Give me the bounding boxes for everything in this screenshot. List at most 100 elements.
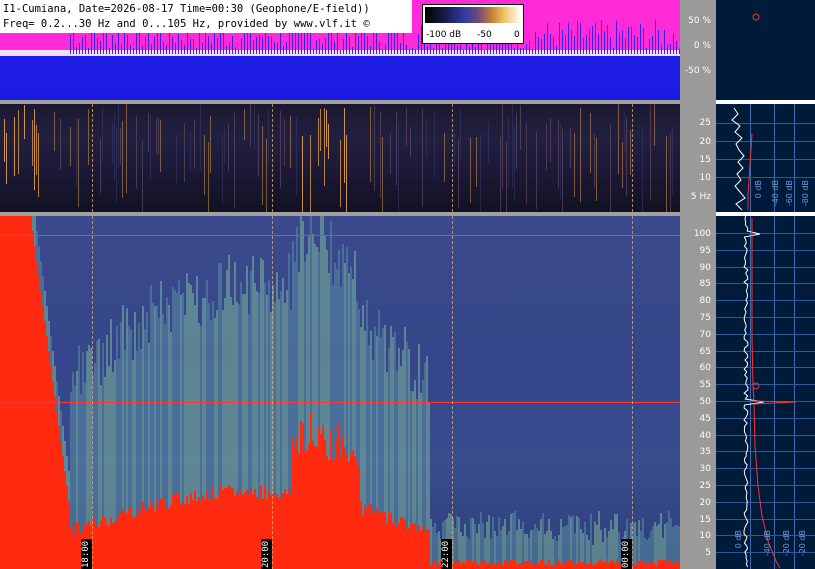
- mid-streak: [382, 137, 383, 212]
- amplitude-spike: [598, 33, 599, 54]
- main-axis-label: 100: [693, 229, 711, 239]
- mid-streak: [296, 117, 297, 197]
- amplitude-spike: [229, 43, 230, 54]
- amplitude-spike: [259, 35, 260, 54]
- amplitude-spike: [235, 47, 236, 54]
- mid-streak: [88, 109, 89, 166]
- mid-streak: [458, 138, 459, 208]
- amplitude-spike: [664, 29, 665, 54]
- amplitude-spike: [520, 47, 521, 54]
- main-axis-label: 10: [699, 531, 711, 542]
- amplitude-spike: [121, 45, 122, 54]
- amplitude-spike: [568, 22, 569, 54]
- amplitude-spike: [529, 40, 530, 54]
- amplitude-spike: [82, 36, 83, 54]
- mid-streak: [262, 126, 263, 206]
- main-axis-label: 15: [699, 514, 711, 525]
- mid-streak: [6, 133, 7, 185]
- amplitude-spike: [409, 48, 410, 54]
- mid-streak: [480, 135, 481, 212]
- amplitude-spike: [352, 47, 353, 54]
- main-axis-label: 35: [699, 447, 711, 458]
- amplitude-spike: [649, 38, 650, 54]
- amplitude-spike: [604, 30, 605, 54]
- amplitude-spike: [307, 30, 308, 54]
- main-axis-label: 65: [699, 346, 711, 357]
- mid-streak: [118, 104, 119, 169]
- mid-streak: [512, 105, 513, 189]
- amplitude-spike: [127, 35, 128, 54]
- mid-streak: [396, 112, 397, 186]
- mid-streak: [70, 127, 71, 167]
- mid-streak: [514, 125, 515, 203]
- amplitude-spike: [85, 34, 86, 54]
- colorbar-tick-mid: -50: [477, 30, 492, 40]
- time-label-18: 18:00: [81, 539, 92, 569]
- amplitude-spike: [526, 44, 527, 54]
- amplitude-spike: [79, 42, 80, 54]
- amplitude-spike: [418, 33, 419, 54]
- main-db-label-3: -20 dB: [798, 530, 807, 557]
- amplitude-spike: [484, 49, 485, 54]
- amplitude-spike: [226, 45, 227, 54]
- time-label-00: 00:00: [621, 539, 632, 569]
- mid-streak: [670, 133, 671, 212]
- mid-streak: [550, 118, 551, 162]
- mid-streak: [142, 141, 143, 212]
- amplitude-spike: [160, 29, 161, 54]
- amplitude-spike: [631, 26, 632, 54]
- mid-streak: [570, 128, 571, 168]
- mid-streak: [454, 134, 455, 166]
- mid-streak: [4, 119, 5, 162]
- amplitude-spike: [115, 42, 116, 54]
- amplitude-spike: [334, 41, 335, 54]
- amplitude-spike: [559, 23, 560, 54]
- mid-streak: [34, 109, 35, 190]
- amplitude-spike: [547, 22, 548, 54]
- amplitude-spike: [340, 49, 341, 54]
- mid-streak: [672, 127, 673, 195]
- colorbar-legend: -100 dB -50 0: [422, 4, 524, 44]
- main-time-grid-22: [452, 216, 454, 569]
- mid-axis-label: 15: [699, 155, 711, 165]
- amplitude-spike: [196, 47, 197, 54]
- amplitude-spike: [244, 29, 245, 54]
- amplitude-spike: [166, 44, 167, 54]
- mid-streak: [114, 113, 115, 180]
- amplitude-spike: [514, 47, 515, 54]
- amplitude-spike: [130, 44, 131, 54]
- mid-streak: [508, 115, 509, 189]
- mid-streak: [136, 116, 137, 190]
- amplitude-spike: [469, 47, 470, 54]
- amplitude-spike: [151, 44, 152, 54]
- mid-streak: [100, 139, 101, 194]
- amplitude-spike: [661, 45, 662, 54]
- amplitude-spike: [442, 48, 443, 54]
- amplitude-spike: [613, 47, 614, 54]
- amplitude-spike: [97, 37, 98, 54]
- colorbar-gradient: [425, 7, 521, 23]
- amplitude-spike: [163, 41, 164, 54]
- mid-time-grid-18: [92, 104, 94, 212]
- mid-streak: [516, 113, 517, 170]
- amplitude-spike: [634, 34, 635, 54]
- amplitude-spike: [100, 41, 101, 54]
- amplitude-spike: [553, 37, 554, 54]
- mid-streak: [302, 136, 303, 212]
- mid-streak: [284, 119, 285, 167]
- mid-streak: [390, 133, 391, 175]
- main-spectrogram: 18:00 20:00 22:00 00:00: [0, 216, 680, 569]
- amplitude-spike: [124, 33, 125, 54]
- amplitude-spike: [412, 47, 413, 54]
- top-axis-label-minus50: -50 %: [684, 66, 711, 76]
- mid-axis-label: 25: [699, 118, 711, 128]
- amplitude-spike: [73, 33, 74, 54]
- mid-streak: [14, 117, 15, 177]
- mid-streak: [622, 142, 623, 189]
- mid-streak: [410, 127, 411, 158]
- mid-streak: [36, 125, 37, 175]
- amplitude-spike: [646, 48, 647, 54]
- mid-streak: [268, 109, 269, 162]
- amplitude-spike: [274, 42, 275, 54]
- mid-streak: [476, 137, 477, 188]
